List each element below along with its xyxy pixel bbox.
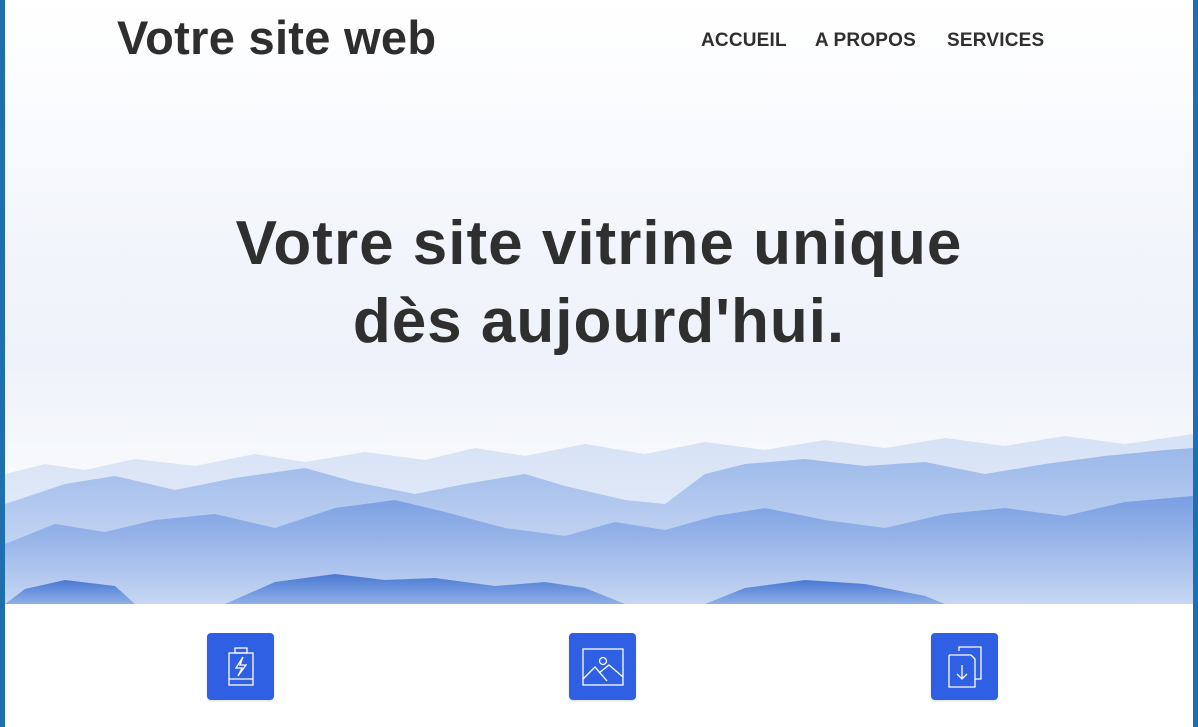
hero-headline: Votre site vitrine unique dès aujourd'hu… bbox=[5, 205, 1193, 361]
document-download-icon[interactable] bbox=[931, 633, 998, 700]
site-logo[interactable]: Votre site web bbox=[117, 10, 436, 65]
nav-link-accueil[interactable]: ACCUEIL bbox=[701, 30, 787, 52]
hero-headline-line-1: Votre site vitrine unique bbox=[235, 209, 963, 278]
main-nav: ACCUEIL A PROPOS SERVICES bbox=[701, 30, 1044, 52]
site-header: Votre site web ACCUEIL A PROPOS SERVICES bbox=[5, 0, 1193, 80]
hero-headline-line-2: dès aujourd'hui. bbox=[352, 287, 846, 356]
nav-link-a-propos[interactable]: A PROPOS bbox=[815, 30, 916, 52]
mountains-illustration bbox=[5, 434, 1193, 604]
nav-link-services[interactable]: SERVICES bbox=[947, 30, 1044, 52]
browser-frame: Votre site web ACCUEIL A PROPOS SERVICES… bbox=[0, 0, 1198, 727]
image-icon[interactable] bbox=[569, 633, 636, 700]
features-section bbox=[5, 604, 1193, 727]
battery-charging-icon[interactable] bbox=[207, 633, 274, 700]
